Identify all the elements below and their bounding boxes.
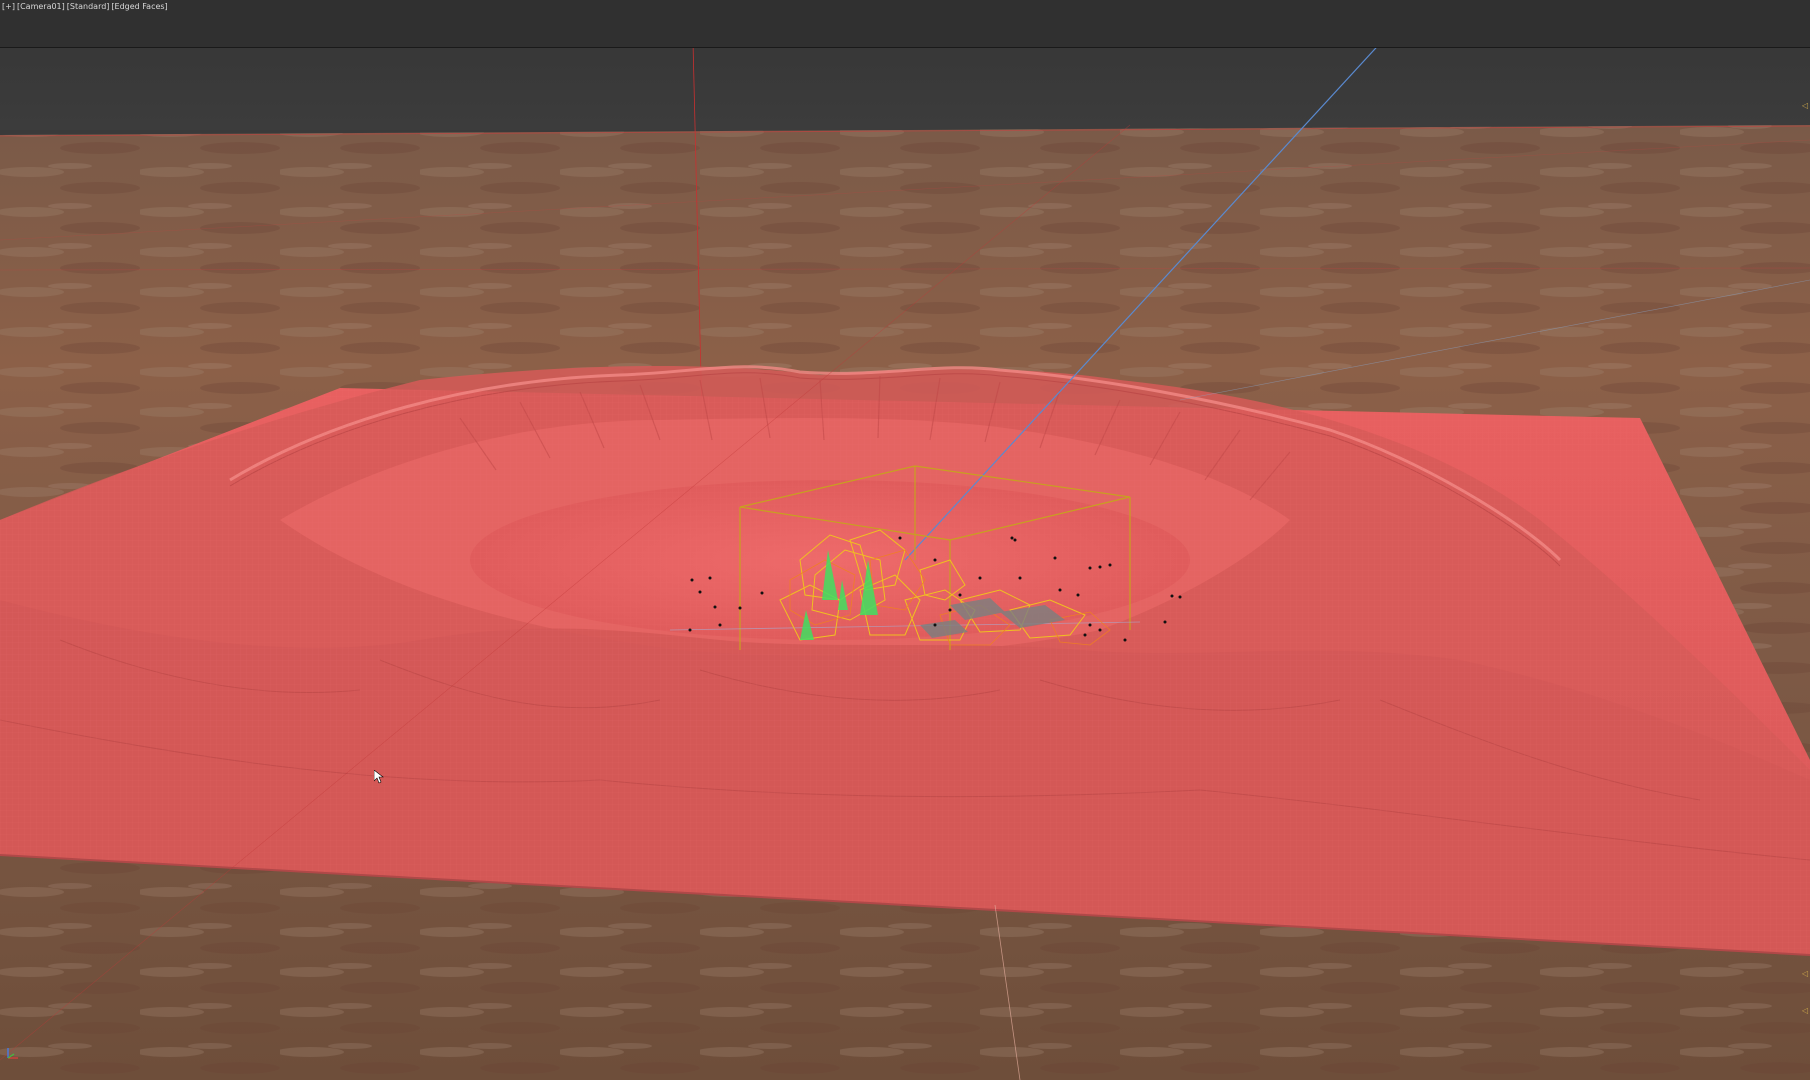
viewport-camera01[interactable]: [+] [Camera01] [Standard] [Edged Faces] …: [0, 0, 1810, 1080]
viewport-edge-marker-icon: ◁: [1802, 1006, 1809, 1015]
scene-render[interactable]: [0, 0, 1810, 1080]
viewport-display-mode-menu[interactable]: [Edged Faces]: [111, 2, 167, 11]
viewport-edge-marker-icon: ◁: [1802, 101, 1809, 110]
viewport-shading-menu[interactable]: [Standard]: [67, 2, 110, 11]
viewport-label-menu: [+] [Camera01] [Standard] [Edged Faces]: [2, 2, 168, 11]
mouse-pointer-icon: [374, 770, 384, 784]
viewport-header: [+] [Camera01] [Standard] [Edged Faces]: [0, 0, 1810, 48]
viewport-edge-marker-icon: ◁: [1802, 969, 1809, 978]
viewport-point-of-view-menu[interactable]: [Camera01]: [17, 2, 65, 11]
viewport-general-menu[interactable]: [+]: [2, 2, 15, 11]
axis-tripod-icon: [7, 1048, 18, 1059]
